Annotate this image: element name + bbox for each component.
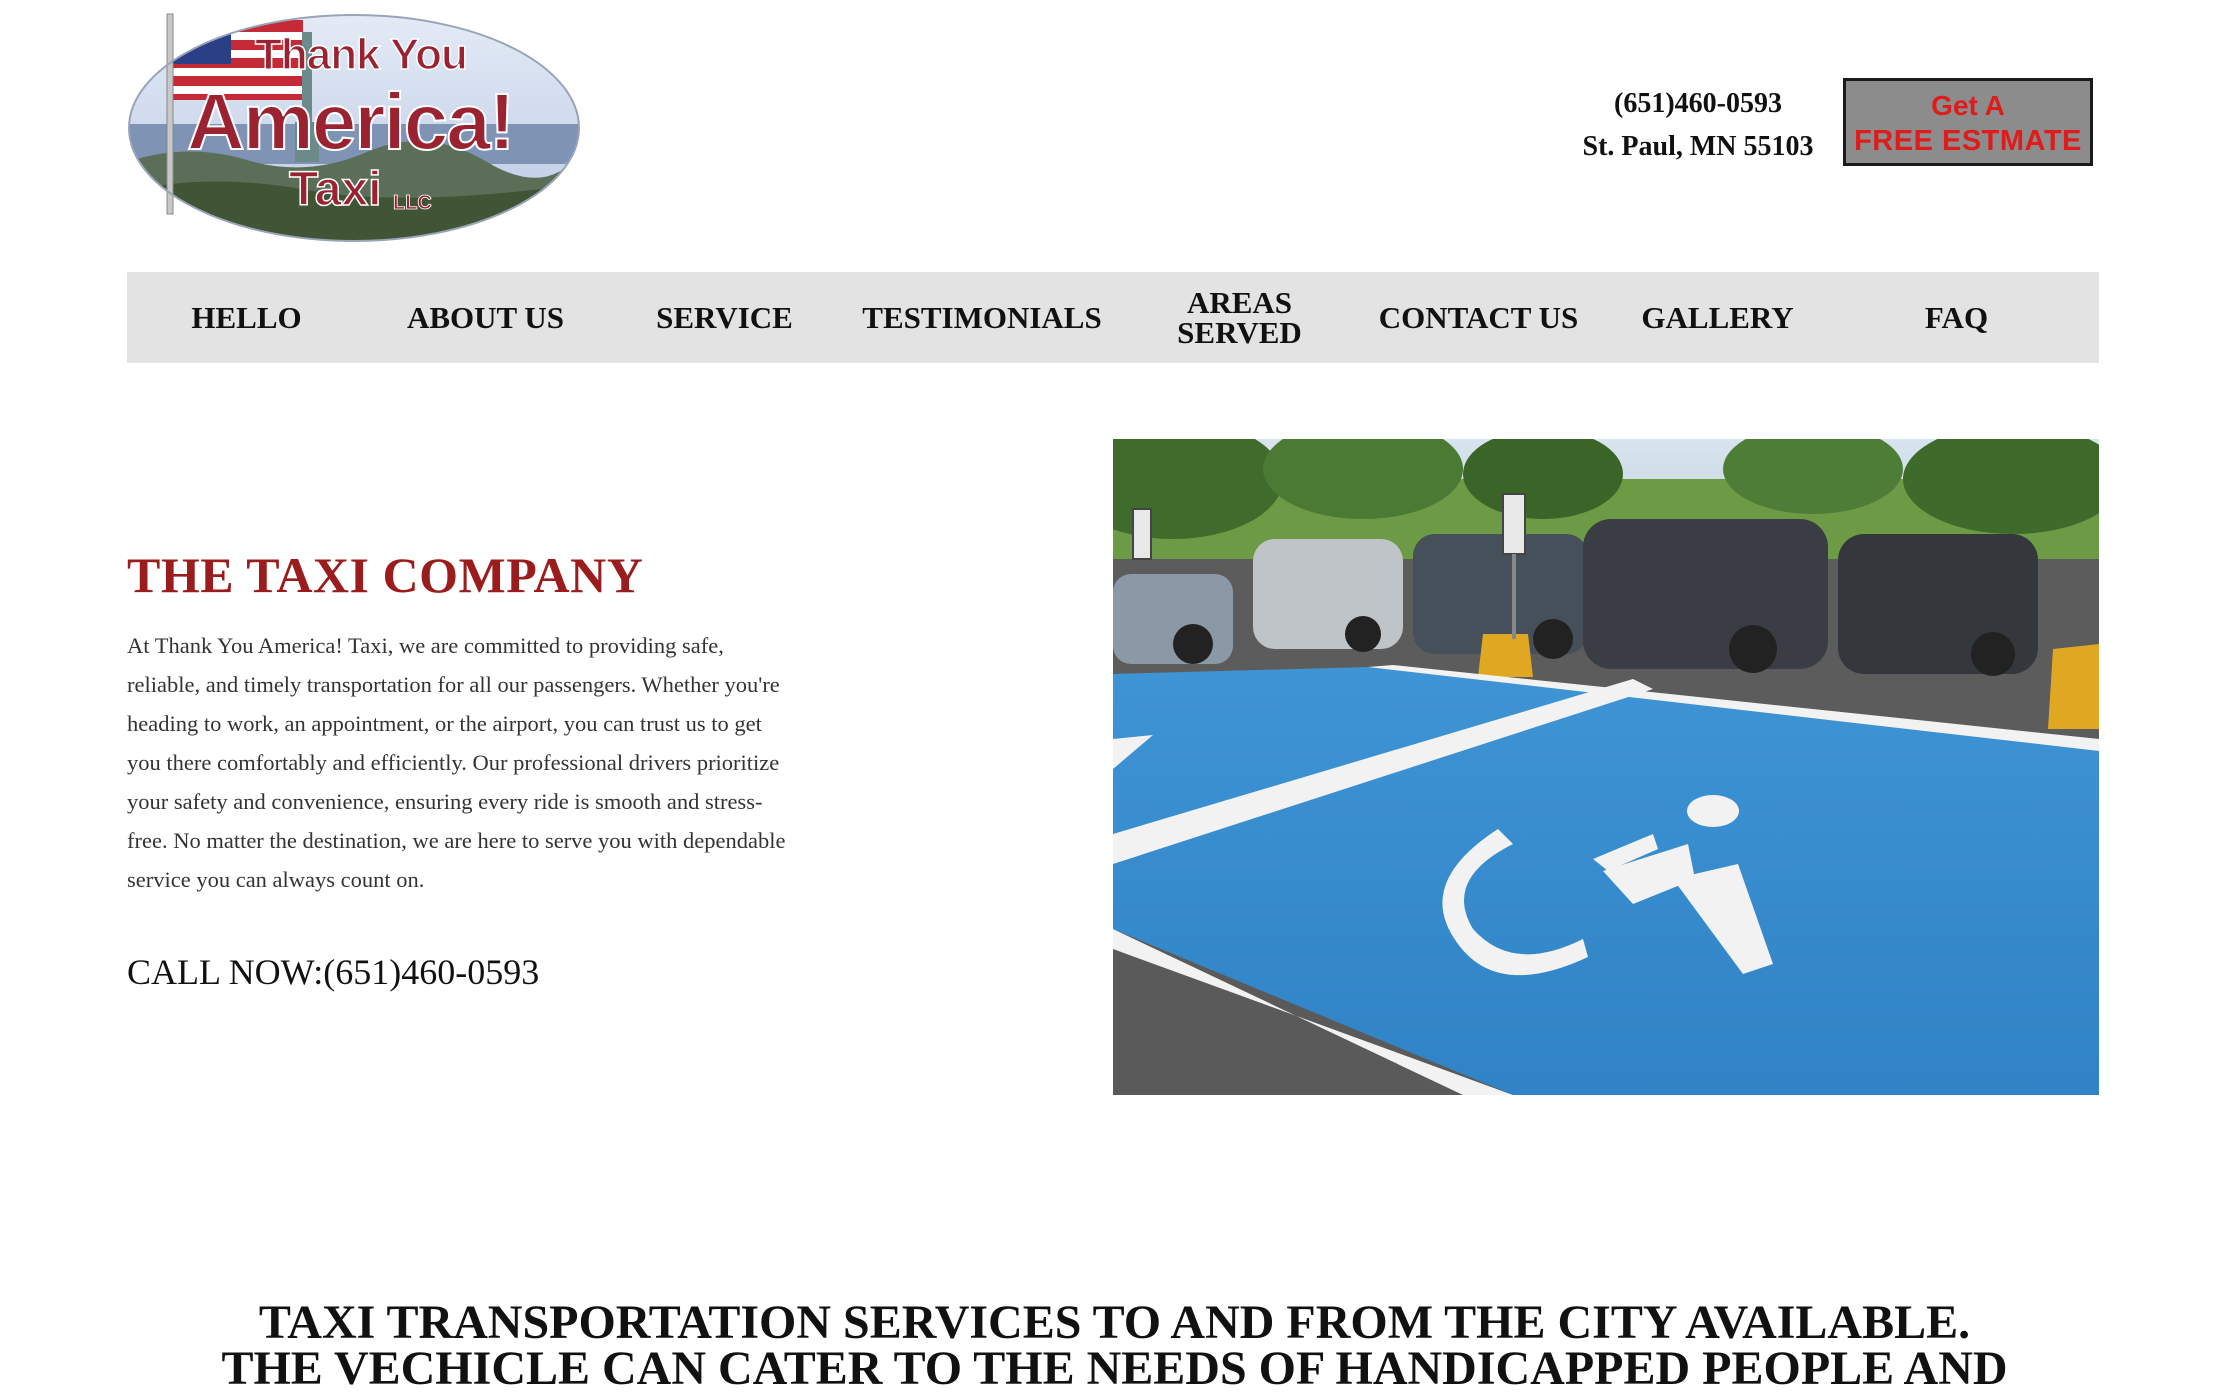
free-estimate-button[interactable]: Get A FREE ESTMATE (1843, 78, 2093, 166)
nav-item-faq[interactable]: FAQ (1837, 302, 2076, 333)
banner-line1: TAXI TRANSPORTATION SERVICES TO AND FROM… (258, 1296, 1971, 1349)
intro-paragraph: At Thank You America! Taxi, we are commi… (127, 633, 786, 892)
header-contact: (651)460-0593 St. Paul, MN 55103 (1560, 82, 1836, 168)
nav-item-gallery[interactable]: GALLERY (1598, 302, 1837, 333)
nav-item-about-us[interactable]: ABOUT US (366, 302, 605, 333)
header-address: St. Paul, MN 55103 (1582, 131, 1814, 162)
nav-item-service[interactable]: SERVICE (605, 302, 844, 333)
services-banner: TAXI TRANSPORTATION SERVICES TO AND FROM… (0, 1296, 2229, 1395)
hero-photo (1113, 439, 2099, 1095)
section-title: THE TAXI COMPANY (127, 547, 644, 603)
banner-line2: THE VECHICLE CAN CATER TO THE NEEDS OF H… (221, 1342, 2008, 1395)
main-nav: HELLO ABOUT US SERVICE TESTIMONIALS AREA… (127, 272, 2099, 363)
header-phone[interactable]: (651)460-0593 (1560, 82, 1836, 125)
estimate-line1: Get A (1931, 90, 2005, 121)
nav-item-contact-us[interactable]: CONTACT US (1359, 302, 1598, 333)
nav-item-areas-served[interactable]: AREAS SERVED (1120, 287, 1359, 348)
estimate-line2: FREE ESTMATE (1854, 125, 2082, 157)
call-now-link[interactable]: CALL NOW:(651)460-0593 (127, 952, 539, 992)
call-now: CALL NOW:(651)460-0593 (127, 948, 539, 996)
site-logo[interactable] (127, 12, 581, 244)
nav-item-testimonials[interactable]: TESTIMONIALS (844, 302, 1120, 333)
accessible-parking-icon (1113, 439, 2099, 1095)
nav-item-hello[interactable]: HELLO (127, 302, 366, 333)
